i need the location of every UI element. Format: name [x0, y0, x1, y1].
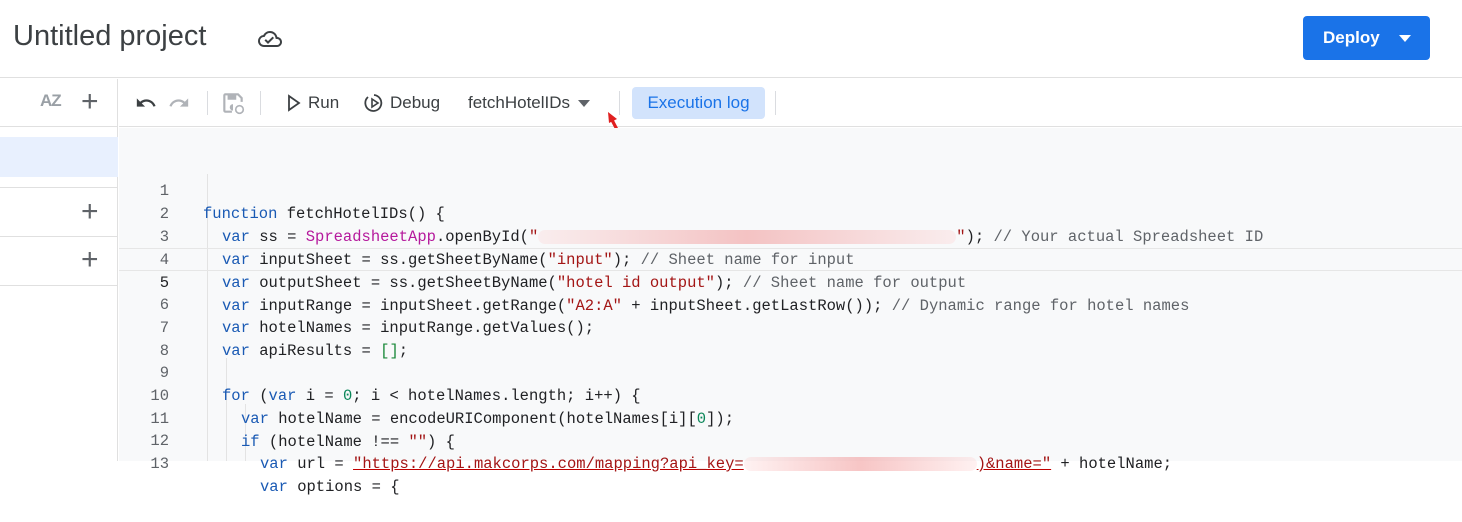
toolbar-separator	[775, 91, 776, 115]
toolbar-separator	[207, 91, 208, 115]
code-line: 11 if (hotelName !== "") {	[119, 385, 1462, 451]
debug-label: Debug	[390, 93, 441, 112]
code-line: 1 function fetchHotelIDs() {	[119, 157, 1462, 223]
chevron-down-icon	[578, 99, 591, 107]
save-icon[interactable]	[220, 90, 246, 116]
cloud-saved-icon[interactable]	[258, 27, 282, 51]
code-line-current: 5 var inputRange = inputSheet.getRange("…	[119, 248, 1462, 315]
add-file-icon[interactable]: +	[81, 87, 99, 117]
redacted-api-key	[743, 456, 977, 471]
code-line: 2 var ss = SpreadsheetApp.openById(" "); …	[119, 180, 1462, 246]
debug-button[interactable]: Debug	[364, 93, 440, 113]
sidebar-divider	[0, 285, 118, 286]
deploy-label: Deploy	[1323, 28, 1380, 47]
editor-toolbar: Run Debug fetchHotelIDs Execution log	[119, 79, 1462, 127]
left-sidebar: AZ + + +	[0, 79, 118, 461]
debug-icon	[364, 94, 383, 112]
code-line: 7 var apiResults = [];	[119, 294, 1462, 360]
function-select-value: fetchHotelIDs	[468, 93, 571, 112]
sidebar-divider	[0, 236, 118, 237]
deploy-button[interactable]: Deploy	[1303, 16, 1430, 60]
code-line: 9 for (var i = 0; i < hotelNames.length;…	[119, 339, 1462, 405]
play-icon	[288, 94, 301, 112]
add-service-icon[interactable]: +	[81, 245, 99, 275]
redo-icon[interactable]	[168, 92, 190, 114]
code-line: 13 var options = {	[119, 430, 1462, 496]
function-select[interactable]: fetchHotelIDs	[468, 93, 591, 113]
run-button[interactable]: Run	[286, 93, 339, 113]
sort-az-icon[interactable]: AZ	[40, 91, 62, 111]
run-label: Run	[308, 93, 340, 112]
line-number: 13	[150, 455, 169, 473]
code-line: 4 var outputSheet = ss.getSheetByName("h…	[119, 226, 1462, 292]
execution-log-button[interactable]: Execution log	[632, 87, 765, 119]
code-line: 10 var hotelName = encodeURIComponent(ho…	[119, 362, 1462, 428]
sidebar-toolbar: AZ +	[0, 79, 118, 127]
top-bar: Untitled project Deploy	[0, 0, 1462, 78]
deploy-dropdown-icon[interactable]	[1399, 35, 1411, 42]
undo-icon[interactable]	[135, 92, 157, 114]
code-line: 6 var hotelNames = inputRange.getValues(…	[119, 271, 1462, 337]
sidebar-selected-file[interactable]	[0, 137, 118, 177]
project-title[interactable]: Untitled project	[13, 20, 206, 53]
code-text: var options = {	[260, 478, 400, 496]
code-line: 3 var inputSheet = ss.getSheetByName("in…	[119, 203, 1462, 269]
code-text: var url = "https://api.makcorps.com/mapp…	[260, 455, 1173, 473]
code-editor[interactable]: 1 function fetchHotelIDs() { 2 var ss = …	[119, 128, 1462, 496]
sidebar-divider	[0, 187, 118, 188]
toolbar-separator	[260, 91, 261, 115]
code-line: 8	[119, 317, 1462, 360]
code-line: 12 var url = "https://api.makcorps.com/m…	[119, 407, 1462, 473]
add-library-icon[interactable]: +	[81, 197, 99, 227]
